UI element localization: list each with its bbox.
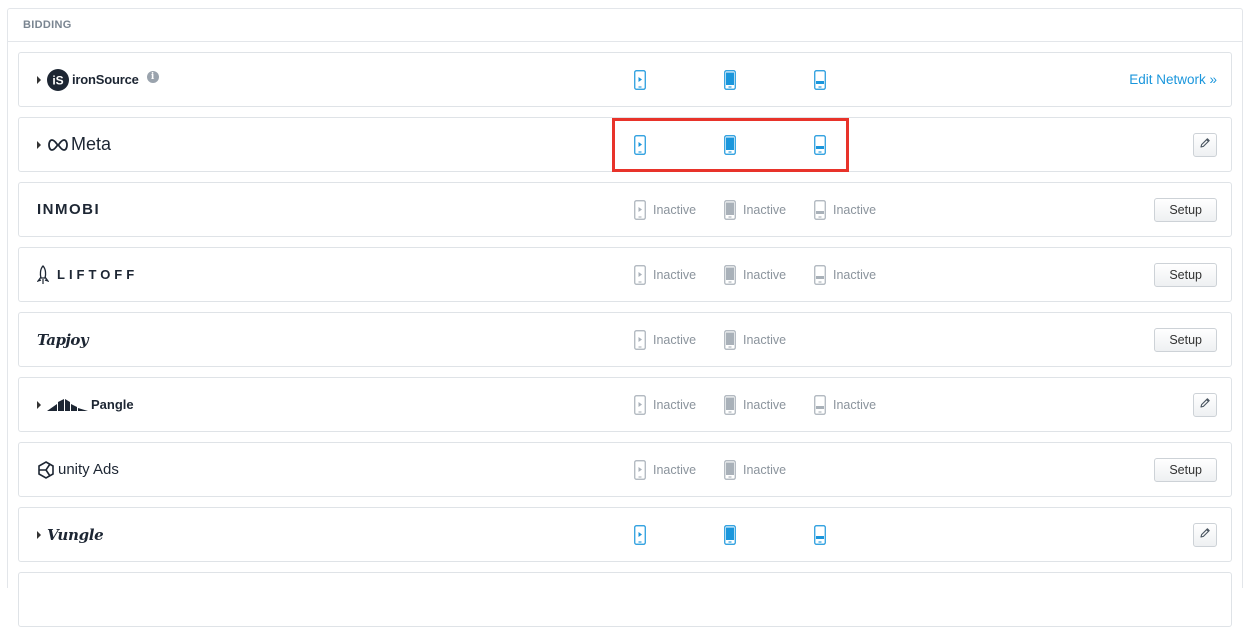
network-row-ironsource: iS ironSource i Edit Network » (18, 52, 1232, 107)
setup-button[interactable]: Setup (1154, 327, 1217, 352)
rocket-icon (37, 264, 49, 284)
interstitial-icon (724, 69, 736, 90)
format-interstitial: Inactive (724, 443, 786, 496)
format-rewarded (634, 53, 646, 106)
format-banner (814, 53, 826, 106)
network-row-inmobi: INMOBI Inactive Inactive Inactive Setup (18, 182, 1232, 237)
format-banner (814, 508, 826, 561)
interstitial-icon (724, 134, 736, 155)
pencil-icon (1199, 137, 1211, 152)
format-interstitial: Inactive (724, 378, 786, 431)
format-banner (814, 118, 826, 171)
rewarded-video-icon (634, 394, 646, 415)
pencil-icon (1199, 527, 1211, 542)
unity-cube-icon (38, 460, 54, 479)
format-interstitial: Inactive (724, 183, 786, 236)
format-interstitial (724, 508, 736, 561)
banner-icon (814, 264, 826, 285)
pangle-logo: Pangle (47, 397, 134, 412)
info-icon[interactable]: i (146, 70, 159, 83)
format-interstitial (724, 53, 736, 106)
network-name: ironSource (72, 72, 139, 87)
network-row-vungle: Vungle (18, 507, 1232, 562)
interstitial-icon (724, 199, 736, 220)
pencil-icon (1199, 397, 1211, 412)
interstitial-icon (724, 524, 736, 545)
expand-caret-icon[interactable] (37, 140, 41, 149)
format-banner: Inactive (814, 183, 876, 236)
network-row-partial (18, 572, 1232, 627)
setup-button[interactable]: Setup (1154, 457, 1217, 482)
ironsource-mark-icon: iS (47, 68, 69, 91)
format-interstitial (724, 118, 736, 171)
inmobi-logo: INMOBI (37, 201, 100, 218)
rewarded-video-icon (634, 199, 646, 220)
network-row-liftoff: LIFTOFF Inactive Inactive Inactive Setup (18, 247, 1232, 302)
interstitial-icon (724, 264, 736, 285)
banner-icon (814, 394, 826, 415)
meta-infinity-icon (48, 138, 68, 151)
banner-icon (814, 69, 826, 90)
rewarded-video-icon (634, 459, 646, 480)
interstitial-icon (724, 459, 736, 480)
format-rewarded (634, 508, 646, 561)
unity-logo: unity Ads (37, 460, 119, 479)
meta-logo: Meta (47, 134, 111, 155)
svg-text:iS: iS (52, 73, 63, 87)
setup-button[interactable]: Setup (1154, 262, 1217, 287)
rewarded-video-icon (634, 524, 646, 545)
network-row-pangle: Pangle Inactive Inactive Inactive (18, 377, 1232, 432)
format-banner: Inactive (814, 378, 876, 431)
format-rewarded (634, 118, 646, 171)
banner-icon (814, 199, 826, 220)
expand-caret-icon[interactable] (37, 75, 41, 84)
network-name: INMOBI (37, 201, 101, 218)
ironsource-logo: iS ironSource (47, 68, 139, 91)
rewarded-video-icon (634, 264, 646, 285)
network-name: Vungle (47, 525, 104, 544)
interstitial-icon (724, 329, 736, 350)
format-rewarded: Inactive (634, 443, 696, 496)
rewarded-video-icon (634, 134, 646, 155)
pangle-mark-icon (47, 398, 88, 411)
network-row-tapjoy: Tapjoy Inactive Inactive Setup (18, 312, 1232, 367)
network-name: unity Ads (58, 461, 119, 478)
format-banner: Inactive (814, 248, 876, 301)
banner-icon (814, 134, 826, 155)
network-name: Meta (71, 134, 112, 154)
edit-button[interactable] (1193, 522, 1217, 547)
format-rewarded: Inactive (634, 378, 696, 431)
format-rewarded: Inactive (634, 183, 696, 236)
setup-button[interactable]: Setup (1154, 197, 1217, 222)
edit-button[interactable] (1193, 132, 1217, 157)
banner-icon (814, 524, 826, 545)
panel-title: BIDDING (8, 9, 1242, 42)
rewarded-video-icon (634, 69, 646, 90)
expand-caret-icon[interactable] (37, 400, 41, 409)
network-name: LIFTOFF (57, 267, 139, 282)
format-interstitial: Inactive (724, 248, 786, 301)
edit-network-link[interactable]: Edit Network » (1129, 72, 1217, 87)
vungle-logo: Vungle (47, 525, 104, 544)
liftoff-logo: LIFTOFF (37, 264, 139, 285)
interstitial-icon (724, 394, 736, 415)
format-rewarded: Inactive (634, 313, 696, 366)
expand-caret-icon[interactable] (37, 530, 41, 539)
tapjoy-logo: Tapjoy (37, 330, 89, 349)
rewarded-video-icon (634, 329, 646, 350)
format-interstitial: Inactive (724, 313, 786, 366)
network-row-unity: unity Ads Inactive Inactive Setup (18, 442, 1232, 497)
network-name: Pangle (91, 397, 134, 412)
format-rewarded: Inactive (634, 248, 696, 301)
network-name: Tapjoy (37, 330, 89, 349)
network-row-meta: Meta (18, 117, 1232, 172)
edit-button[interactable] (1193, 392, 1217, 417)
